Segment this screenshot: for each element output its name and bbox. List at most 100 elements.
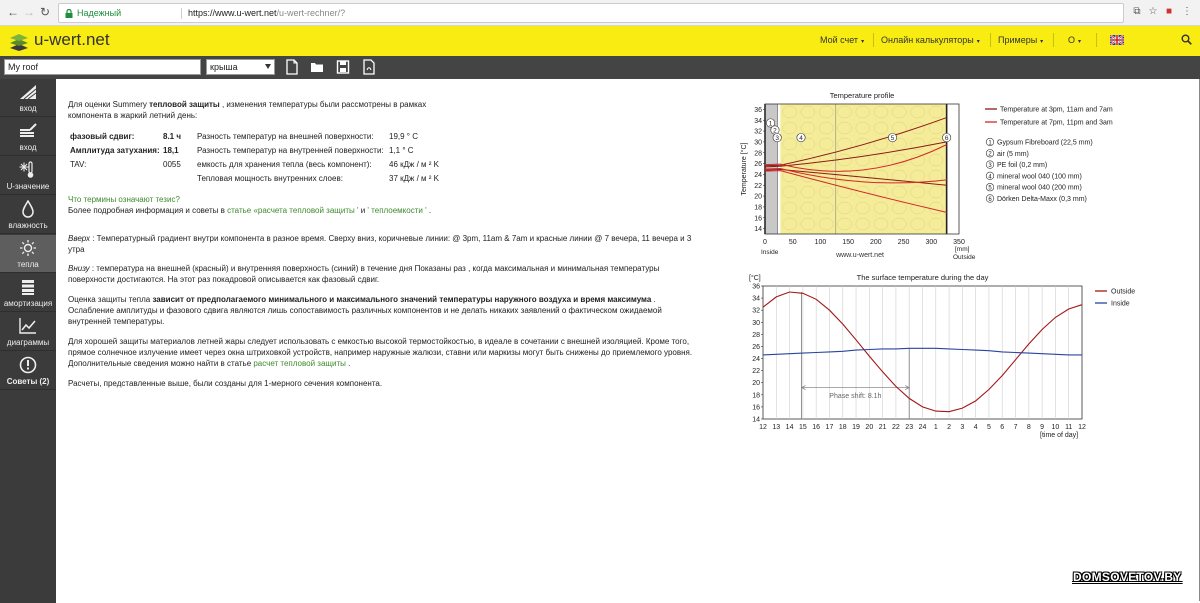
surface-xtick-label: 4 [974,424,978,431]
uk-flag-icon[interactable] [1110,35,1124,45]
watermark: DOMSOVETOV.BY [1073,570,1182,584]
reload-icon[interactable]: ↻ [38,5,52,19]
address-bar[interactable]: Надежный https://www.u-wert.net/u-wert-r… [58,3,1124,23]
profile-xtick-label: 50 [789,239,797,246]
save-icon[interactable] [336,59,350,75]
back-icon[interactable]: ← [6,5,20,19]
article-link-heat-capacity[interactable]: ' теплоемкости ' [367,206,426,215]
surface-xtick-label: 24 [919,424,927,431]
site-logo[interactable]: u-wert.net [34,29,110,51]
thermometer-snow-icon [19,161,34,178]
profile-legend-label: Temperature at 3pm, 11am and 7am [1000,107,1113,114]
intro-text: Для оценки Summery тепловой защиты , изм… [68,100,427,109]
project-toolbar: My roof крыша [0,56,1200,79]
terms-question-link[interactable]: Что термины означают тезис? [68,195,180,206]
sidebar: вход вход U-значение влажность тепла амо… [0,79,56,603]
new-file-icon[interactable] [285,59,299,75]
chart-icon [19,318,36,334]
menu-icon[interactable]: ⋮ [1181,6,1193,18]
sidebar-item-heat[interactable]: тепла [0,235,56,273]
profile-ytick-label: 34 [754,118,762,125]
surface-xtick-label: 1 [934,424,938,431]
profile-credit: www.u-wert.net [835,252,884,259]
phase-shift-label: фазовый сдвиг: [70,132,135,141]
intro-text-2: компонента в жаркий летний день: [68,111,198,120]
profile-ytick-label: 22 [754,183,762,190]
surface-xtick-label: 17 [826,424,834,431]
surface-legend-label: Inside [1111,301,1130,308]
profile-ytick-label: 20 [754,194,762,201]
evaluation-text: Оценка защиты тепла зависит от предполаг… [68,295,656,304]
forward-icon[interactable]: → [22,5,36,19]
sidebar-item-tips[interactable]: Советы (2) [0,352,56,390]
surface-xtick-label: 8 [1027,424,1031,431]
translate-icon[interactable]: ⧉ [1131,6,1143,18]
extension-icon[interactable]: ■ [1163,6,1175,18]
top-chart-description-2: утра [68,245,85,254]
surface-xtick-label: 14 [786,424,794,431]
profile-ytick-label: 26 [754,161,762,168]
surface-temperature-chart: The surface temperature during the day [°… [749,273,1135,439]
menu-separator [990,33,991,47]
sidebar-item-charts[interactable]: диаграммы [0,313,56,351]
secure-label: Надежный [77,8,122,18]
profile-ylabel: Temperature [°C] [740,142,748,195]
alert-icon [19,356,37,374]
menu-calculators[interactable]: Онлайн калькуляторы ▾ [881,34,980,48]
roof-layers-icon [20,85,37,100]
lock-icon [65,9,73,18]
component-type-select[interactable]: крыша [206,59,275,75]
profile-xtick-label: 250 [898,239,910,246]
menu-account[interactable]: Мой счет ▾ [820,34,864,48]
surface-ytick-label: 18 [752,392,760,399]
search-icon[interactable] [1181,34,1192,45]
stack-icon [22,280,34,295]
article-link-heat-protection[interactable]: статье «расчета тепловой защиты ' [227,206,358,215]
advice-text: Для хорошей защиты материалов летней жар… [68,337,690,346]
layer-legend-label: mineral wool 040 (100 mm) [997,173,1082,180]
menu-about[interactable]: О ▾ [1068,34,1081,48]
top-chart-description: Вверх : Температурный градиент внутри ко… [68,234,692,243]
surface-xtick-label: 12 [759,424,767,431]
article-link-calc[interactable]: расчет тепловой защиты [253,359,346,368]
capacity-value: 46 кДж / м ² K [389,160,440,169]
phase-shift-annotation: Phase shift: 8.1h [829,393,881,400]
surface-xtick-label: 7 [1014,424,1018,431]
open-folder-icon[interactable] [310,59,324,75]
inner-diff-value: 1,1 ° C [389,146,414,155]
star-icon[interactable]: ☆ [1147,6,1159,18]
layer-marker-label: 4 [799,135,803,142]
pdf-icon[interactable] [362,59,376,75]
inner-diff-label: Разность температур на внутренней поверх… [197,146,384,155]
layer-marker-label: 3 [775,135,779,142]
advice-text-3: Дополнительные сведения можно найти в ст… [68,359,351,368]
surface-xtick-label: 22 [892,424,900,431]
sidebar-item-input-roof[interactable]: вход [0,79,56,117]
surface-ytick-label: 20 [752,380,760,387]
advice-text-2: прямое солнечное излучение имеет через о… [68,348,693,357]
phase-shift-value: 8.1 ч [163,132,181,141]
profile-ytick-label: 18 [754,204,762,211]
sidebar-item-humidity[interactable]: влажность [0,196,56,234]
inner-capacity-label: Тепловая мощность внутренних слоев: [197,174,343,183]
surface-chart-title: The surface temperature during the day [857,273,989,282]
url-text: https://www.u-wert.net/u-wert-rechner/? [188,8,346,18]
surface-xtick-label: 21 [879,424,887,431]
site-header: u-wert.net Мой счет ▾ Онлайн калькуляторы… [0,26,1200,56]
layer-legend-label: PE foil (0,2 mm) [997,162,1047,169]
inner-capacity-value: 37 кДж / м ² K [389,174,440,183]
sidebar-item-input-layers[interactable]: вход [0,118,56,156]
more-info-text: Более подробная информация и советы в ст… [68,206,432,215]
bottom-chart-description-2: поверхности достигаются. На этот раз пок… [68,275,380,284]
sidebar-item-u-value[interactable]: U-значение [0,157,56,195]
project-name-input[interactable]: My roof [4,59,201,75]
sidebar-item-damping[interactable]: амортизация [0,274,56,312]
logo-icon[interactable] [8,30,30,52]
surface-xtick-label: 12 [1078,424,1086,431]
surface-xlabel: [time of day] [1040,432,1078,439]
menu-examples[interactable]: Примеры ▾ [998,34,1043,48]
layer-legend-label: mineral wool 040 (200 mm) [997,185,1082,192]
surface-xtick-label: 13 [772,424,780,431]
profile-ytick-label: 24 [754,172,762,179]
bottom-chart-description: Внизу : температура на внешней (красный)… [68,264,660,273]
